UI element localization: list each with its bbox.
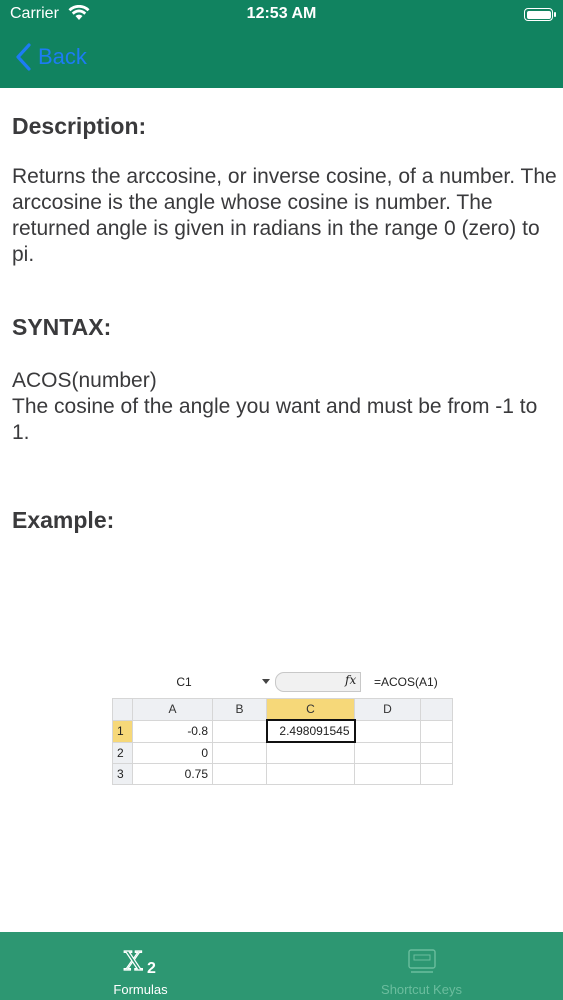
navigation-header: Carrier 12:53 AM Back bbox=[0, 0, 563, 88]
back-label: Back bbox=[38, 44, 87, 69]
tab-label: Shortcut Keys bbox=[381, 982, 462, 997]
keyboard-icon bbox=[408, 949, 436, 973]
column-header bbox=[420, 698, 453, 721]
table-row: 3 0.75 bbox=[112, 763, 453, 785]
syntax-argument: The cosine of the angle you want and mus… bbox=[12, 395, 538, 444]
tab-shortcut-keys[interactable]: Shortcut Keys bbox=[281, 932, 562, 1000]
selected-cell: 2.498091545 bbox=[265, 719, 356, 743]
cell bbox=[354, 763, 421, 785]
formula-bar: C1 fx =ACOS(A1) bbox=[112, 670, 452, 694]
row-header: 2 bbox=[112, 741, 133, 764]
cell bbox=[420, 763, 453, 785]
column-header: D bbox=[354, 698, 421, 721]
tab-label: Formulas bbox=[113, 982, 168, 997]
back-button[interactable]: Back bbox=[14, 40, 87, 74]
battery-icon bbox=[524, 8, 556, 21]
cell bbox=[266, 741, 355, 764]
tab-formulas[interactable]: X 2 Formulas bbox=[0, 932, 281, 1000]
dropdown-arrow-icon bbox=[262, 679, 270, 684]
syntax-signature: ACOS(number) bbox=[12, 369, 157, 392]
cell: 0.75 bbox=[132, 763, 213, 785]
table-row: 1 -0.8 2.498091545 bbox=[112, 719, 453, 743]
row-header: 1 bbox=[112, 719, 133, 743]
cell-grid: A B C D 1 -0.8 2.498091545 2 0 3 0.75 bbox=[112, 698, 453, 785]
cell-table: A B C D 1 -0.8 2.498091545 2 0 3 0.75 bbox=[112, 698, 453, 785]
chevron-left-icon bbox=[16, 43, 31, 71]
syntax-title: SYNTAX: bbox=[12, 314, 112, 340]
column-header: B bbox=[212, 698, 267, 721]
cell bbox=[266, 763, 355, 785]
cell bbox=[212, 763, 267, 785]
table-row: 2 0 bbox=[112, 741, 453, 764]
example-spreadsheet-image: C1 fx =ACOS(A1) A B C D 1 -0.8 2.4980915… bbox=[112, 670, 453, 785]
row-header: 3 bbox=[112, 763, 133, 785]
syntax-text: ACOS(number) The cosine of the angle you… bbox=[12, 368, 557, 446]
corner-cell bbox=[112, 698, 133, 721]
cell bbox=[212, 719, 267, 743]
svg-text:X: X bbox=[124, 947, 143, 976]
column-header: A bbox=[132, 698, 213, 721]
name-box: C1 bbox=[176, 675, 192, 689]
cell bbox=[420, 741, 453, 764]
cell bbox=[354, 741, 421, 764]
description-title: Description: bbox=[12, 113, 147, 139]
cell bbox=[420, 719, 453, 743]
fx-icon: fx bbox=[345, 673, 357, 687]
description-text: Returns the arccosine, or inverse cosine… bbox=[12, 165, 557, 266]
cell: -0.8 bbox=[132, 719, 213, 743]
status-bar: Carrier 12:53 AM bbox=[0, 0, 563, 30]
cell: 0 bbox=[132, 741, 213, 764]
column-header-row: A B C D bbox=[112, 698, 453, 721]
column-header: C bbox=[266, 698, 355, 721]
cell bbox=[354, 719, 421, 743]
formula-text: =ACOS(A1) bbox=[374, 675, 438, 689]
x2-formula-icon: X 2 bbox=[123, 946, 156, 976]
example-title: Example: bbox=[12, 507, 115, 533]
cell bbox=[212, 741, 267, 764]
tab-bar: X 2 Formulas Shortcut Keys bbox=[0, 932, 563, 1000]
clock: 12:53 AM bbox=[246, 5, 317, 22]
svg-text:2: 2 bbox=[147, 960, 156, 976]
